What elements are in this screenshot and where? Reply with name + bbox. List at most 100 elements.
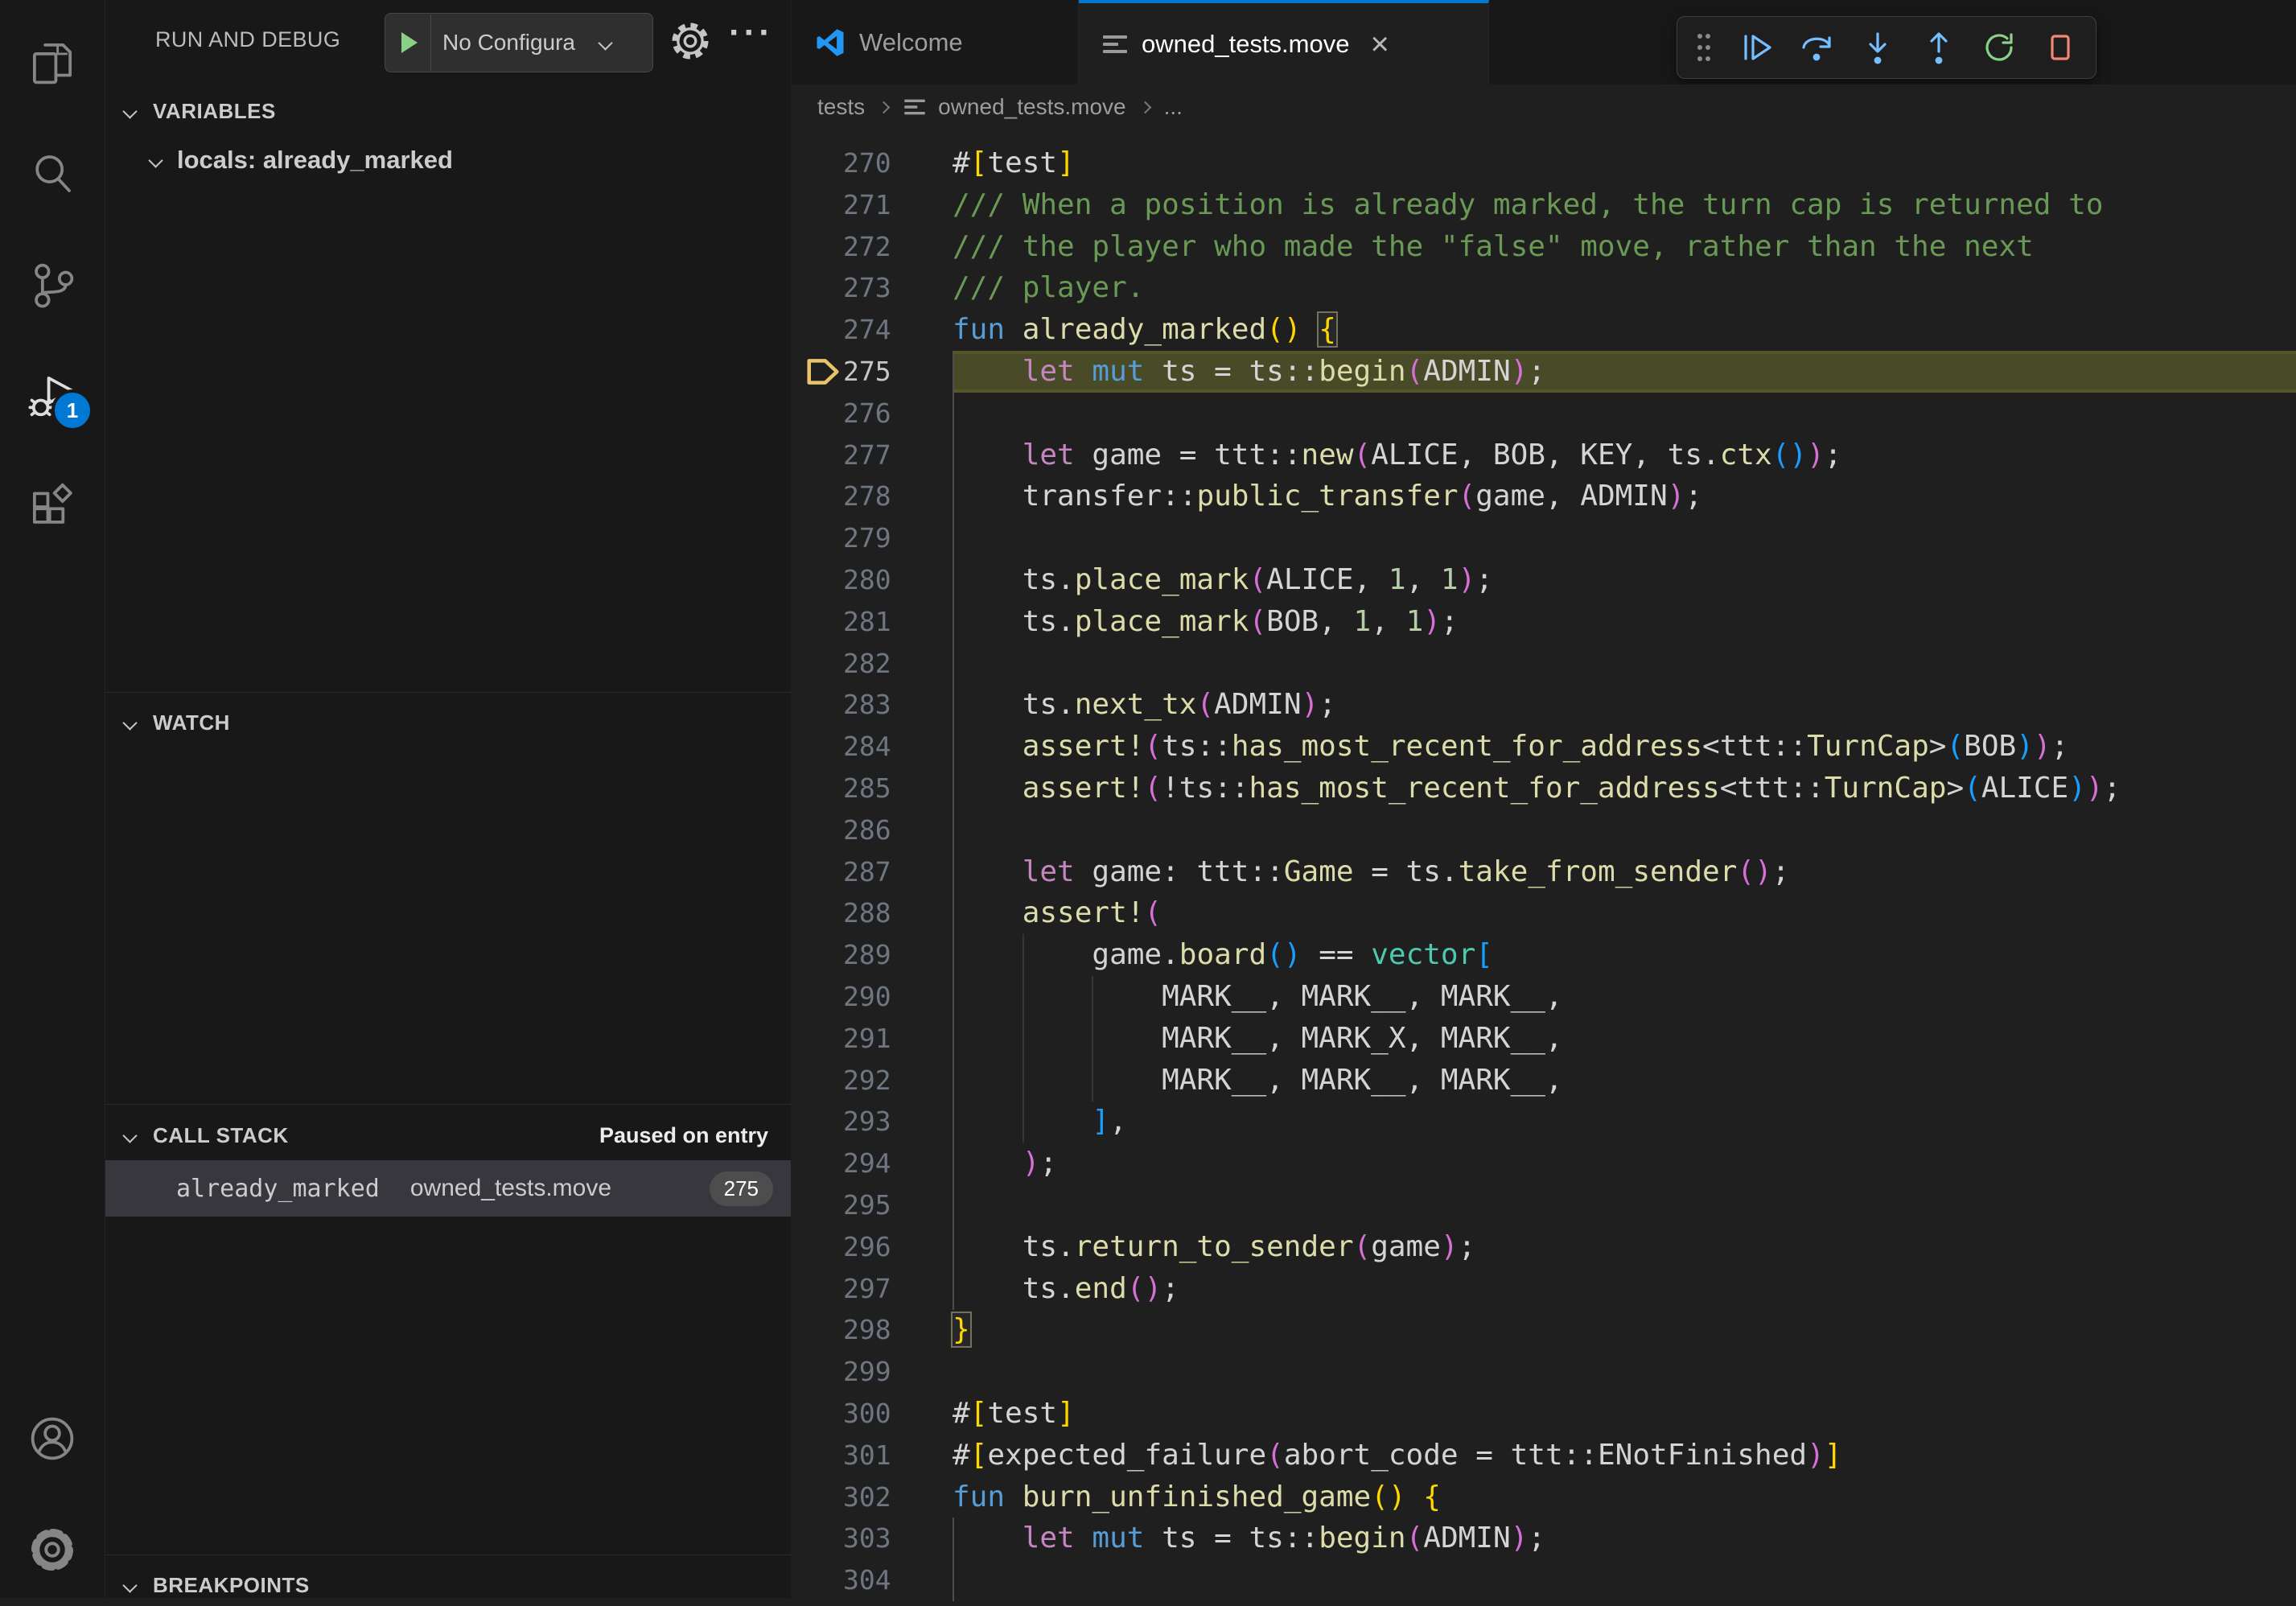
step-out-button[interactable] xyxy=(1918,27,1960,68)
code-text[interactable]: #[expected_failure(abort_code = ttt::ENo… xyxy=(953,1435,2296,1476)
debug-current-line-arrow-icon[interactable] xyxy=(792,351,843,393)
code-line-289[interactable]: 289 game.board() == vector[ xyxy=(792,934,2296,976)
glyph-margin[interactable] xyxy=(792,1060,843,1102)
breadcrumb-folder[interactable]: tests xyxy=(817,94,865,120)
more-actions-icon[interactable]: ··· xyxy=(729,13,774,53)
glyph-margin[interactable] xyxy=(792,1226,843,1268)
line-number[interactable]: 288 xyxy=(843,892,887,934)
line-number[interactable]: 276 xyxy=(843,393,887,434)
watch-section-header[interactable]: WATCH xyxy=(105,702,791,743)
glyph-margin[interactable] xyxy=(792,768,843,809)
glyph-margin[interactable] xyxy=(792,1309,843,1351)
code-text[interactable] xyxy=(953,643,2296,685)
line-number[interactable]: 295 xyxy=(843,1184,887,1226)
code-text[interactable] xyxy=(953,517,2296,559)
variables-locals-item[interactable]: locals: already_marked xyxy=(105,138,791,182)
glyph-margin[interactable] xyxy=(792,267,843,309)
code-text[interactable]: fun already_marked() { xyxy=(953,309,2296,351)
line-number[interactable]: 287 xyxy=(843,851,887,893)
code-text[interactable]: assert!( xyxy=(953,892,2296,934)
code-line-294[interactable]: 294 ); xyxy=(792,1143,2296,1184)
code-text[interactable] xyxy=(953,1184,2296,1226)
line-number[interactable]: 274 xyxy=(843,309,887,351)
glyph-margin[interactable] xyxy=(792,1435,843,1476)
glyph-margin[interactable] xyxy=(792,1517,843,1559)
explorer-icon[interactable] xyxy=(0,14,105,111)
breadcrumb-symbol[interactable]: ... xyxy=(1164,94,1183,120)
code-text[interactable]: /// the player who made the "false" move… xyxy=(953,226,2296,268)
code-text[interactable]: let game: ttt::Game = ts.take_from_sende… xyxy=(953,851,2296,893)
step-into-button[interactable] xyxy=(1857,27,1899,68)
continue-button[interactable] xyxy=(1735,27,1777,68)
call-stack-section-header[interactable]: CALL STACK Paused on entry xyxy=(105,1114,791,1156)
code-text[interactable]: let mut ts = ts::begin(ADMIN); xyxy=(953,351,2296,393)
code-line-287[interactable]: 287 let game: ttt::Game = ts.take_from_s… xyxy=(792,851,2296,893)
variables-section-header[interactable]: VARIABLES xyxy=(105,90,791,132)
run-and-debug-icon[interactable]: 1 xyxy=(0,348,105,444)
glyph-margin[interactable] xyxy=(792,1184,843,1226)
close-tab-icon[interactable]: × xyxy=(1370,28,1389,60)
code-text[interactable] xyxy=(953,1351,2296,1393)
code-line-277[interactable]: 277 let game = ttt::new(ALICE, BOB, KEY,… xyxy=(792,434,2296,476)
glyph-margin[interactable] xyxy=(792,184,843,226)
code-text[interactable]: ts.return_to_sender(game); xyxy=(953,1226,2296,1268)
account-icon[interactable] xyxy=(0,1390,105,1487)
code-text[interactable]: MARK__, MARK_X, MARK__, xyxy=(953,1018,2296,1060)
line-number[interactable]: 283 xyxy=(843,684,887,726)
step-over-button[interactable] xyxy=(1796,27,1837,68)
glyph-margin[interactable] xyxy=(792,934,843,976)
line-number[interactable]: 298 xyxy=(843,1309,887,1351)
code-text[interactable]: fun burn_unfinished_game() { xyxy=(953,1476,2296,1518)
line-number[interactable]: 273 xyxy=(843,267,887,309)
code-line-300[interactable]: 300#[test] xyxy=(792,1393,2296,1435)
code-text[interactable]: /// When a position is already marked, t… xyxy=(953,184,2296,226)
glyph-margin[interactable] xyxy=(792,1476,843,1518)
glyph-margin[interactable] xyxy=(792,684,843,726)
code-editor[interactable]: 270#[test]271/// When a position is alre… xyxy=(792,142,2296,1598)
code-line-273[interactable]: 273/// player. xyxy=(792,267,2296,309)
line-number[interactable]: 297 xyxy=(843,1268,887,1310)
line-number[interactable]: 285 xyxy=(843,768,887,809)
line-number[interactable]: 294 xyxy=(843,1143,887,1184)
code-line-302[interactable]: 302fun burn_unfinished_game() { xyxy=(792,1476,2296,1518)
toolbar-drag-grip[interactable] xyxy=(1692,27,1716,68)
line-number[interactable]: 299 xyxy=(843,1351,887,1393)
code-text[interactable]: ts.place_mark(BOB, 1, 1); xyxy=(953,601,2296,643)
line-number[interactable]: 282 xyxy=(843,643,887,685)
code-text[interactable] xyxy=(953,1559,2296,1601)
debug-config-dropdown[interactable]: No Configura xyxy=(385,13,653,72)
line-number[interactable]: 284 xyxy=(843,726,887,768)
glyph-margin[interactable] xyxy=(792,892,843,934)
stop-button[interactable] xyxy=(2039,27,2081,68)
code-line-298[interactable]: 298} xyxy=(792,1309,2296,1351)
line-number[interactable]: 286 xyxy=(843,809,887,851)
breakpoints-section-header[interactable]: BREAKPOINTS xyxy=(105,1564,791,1606)
line-number[interactable]: 281 xyxy=(843,601,887,643)
code-line-284[interactable]: 284 assert!(ts::has_most_recent_for_addr… xyxy=(792,726,2296,768)
line-number[interactable]: 296 xyxy=(843,1226,887,1268)
glyph-margin[interactable] xyxy=(792,226,843,268)
code-line-282[interactable]: 282 xyxy=(792,643,2296,685)
code-line-271[interactable]: 271/// When a position is already marked… xyxy=(792,184,2296,226)
line-number[interactable]: 293 xyxy=(843,1101,887,1143)
line-number[interactable]: 278 xyxy=(843,476,887,517)
code-line-296[interactable]: 296 ts.return_to_sender(game); xyxy=(792,1226,2296,1268)
code-line-304[interactable]: 304 xyxy=(792,1559,2296,1601)
extensions-icon[interactable] xyxy=(0,459,105,555)
code-line-301[interactable]: 301#[expected_failure(abort_code = ttt::… xyxy=(792,1435,2296,1476)
glyph-margin[interactable] xyxy=(792,1268,843,1310)
debug-settings-gear-icon[interactable] xyxy=(669,19,712,67)
code-text[interactable]: assert!(!ts::has_most_recent_for_address… xyxy=(953,768,2296,809)
line-number[interactable]: 300 xyxy=(843,1393,887,1435)
line-number[interactable]: 290 xyxy=(843,976,887,1018)
line-number[interactable]: 291 xyxy=(843,1018,887,1060)
code-text[interactable] xyxy=(953,393,2296,434)
code-line-290[interactable]: 290 MARK__, MARK__, MARK__, xyxy=(792,976,2296,1018)
code-line-281[interactable]: 281 ts.place_mark(BOB, 1, 1); xyxy=(792,601,2296,643)
line-number[interactable]: 275 xyxy=(843,351,887,393)
glyph-margin[interactable] xyxy=(792,309,843,351)
code-line-274[interactable]: 274 fun already_marked() { xyxy=(792,309,2296,351)
code-line-299[interactable]: 299 xyxy=(792,1351,2296,1393)
code-line-297[interactable]: 297 ts.end(); xyxy=(792,1268,2296,1310)
code-text[interactable]: ); xyxy=(953,1143,2296,1184)
